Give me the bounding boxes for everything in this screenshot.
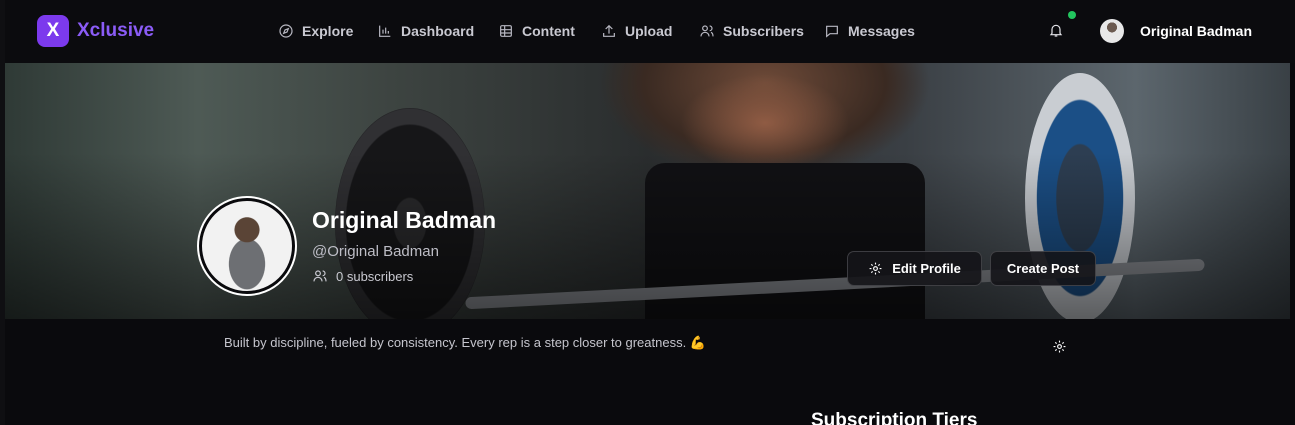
user-avatar[interactable]: [1100, 19, 1124, 43]
gear-icon: [869, 262, 882, 275]
gear-icon: [1053, 340, 1066, 353]
brand-logo[interactable]: X: [37, 15, 69, 47]
nav-dashboard-label: Dashboard: [401, 23, 475, 39]
grid-icon: [500, 25, 512, 37]
subscriber-count: 0 subscribers: [312, 268, 413, 284]
create-post-label: Create Post: [1006, 261, 1080, 276]
cover-photo-detail: [645, 163, 925, 319]
nav-upload[interactable]: Upload: [601, 22, 672, 40]
profile-handle: @Original Badman: [312, 243, 439, 260]
bio-settings-button[interactable]: [1052, 339, 1068, 355]
bar-chart-icon: [379, 25, 391, 37]
users-icon: [313, 270, 327, 282]
nav-content-label: Content: [522, 23, 575, 39]
nav-content[interactable]: Content: [498, 22, 575, 40]
nav-dashboard[interactable]: Dashboard: [377, 22, 474, 40]
create-post-button[interactable]: Create Post: [990, 251, 1096, 286]
profile-bio: Built by discipline, fueled by consisten…: [224, 335, 707, 350]
compass-icon: [279, 24, 293, 38]
nav-messages[interactable]: Messages: [824, 22, 915, 40]
upload-icon: [603, 24, 615, 37]
subscription-tiers-heading: Subscription Tiers: [811, 410, 978, 425]
message-icon: [826, 25, 838, 38]
user-name[interactable]: Original Badman: [1140, 23, 1252, 39]
edit-profile-label: Edit Profile: [892, 261, 961, 276]
nav-subscribers[interactable]: Subscribers: [699, 22, 804, 40]
nav-subscribers-label: Subscribers: [723, 23, 804, 39]
profile-name: Original Badman: [312, 207, 497, 233]
nav-explore-label: Explore: [302, 23, 354, 39]
bell-icon: [1049, 24, 1063, 37]
subscriber-count-label: 0 subscribers: [336, 268, 414, 284]
top-navbar: X Xclusive Explore Dashboard Content Upl…: [5, 0, 1295, 63]
nav-messages-label: Messages: [848, 23, 915, 39]
nav-explore[interactable]: Explore: [278, 22, 353, 40]
notifications-button[interactable]: [1048, 22, 1066, 40]
profile-avatar[interactable]: [197, 196, 297, 296]
cover-image: [5, 63, 1290, 319]
nav-upload-label: Upload: [625, 23, 673, 39]
edit-profile-button[interactable]: Edit Profile: [847, 251, 982, 286]
brand-name[interactable]: Xclusive: [77, 20, 154, 42]
notification-dot: [1068, 11, 1076, 19]
users-icon: [700, 25, 714, 37]
